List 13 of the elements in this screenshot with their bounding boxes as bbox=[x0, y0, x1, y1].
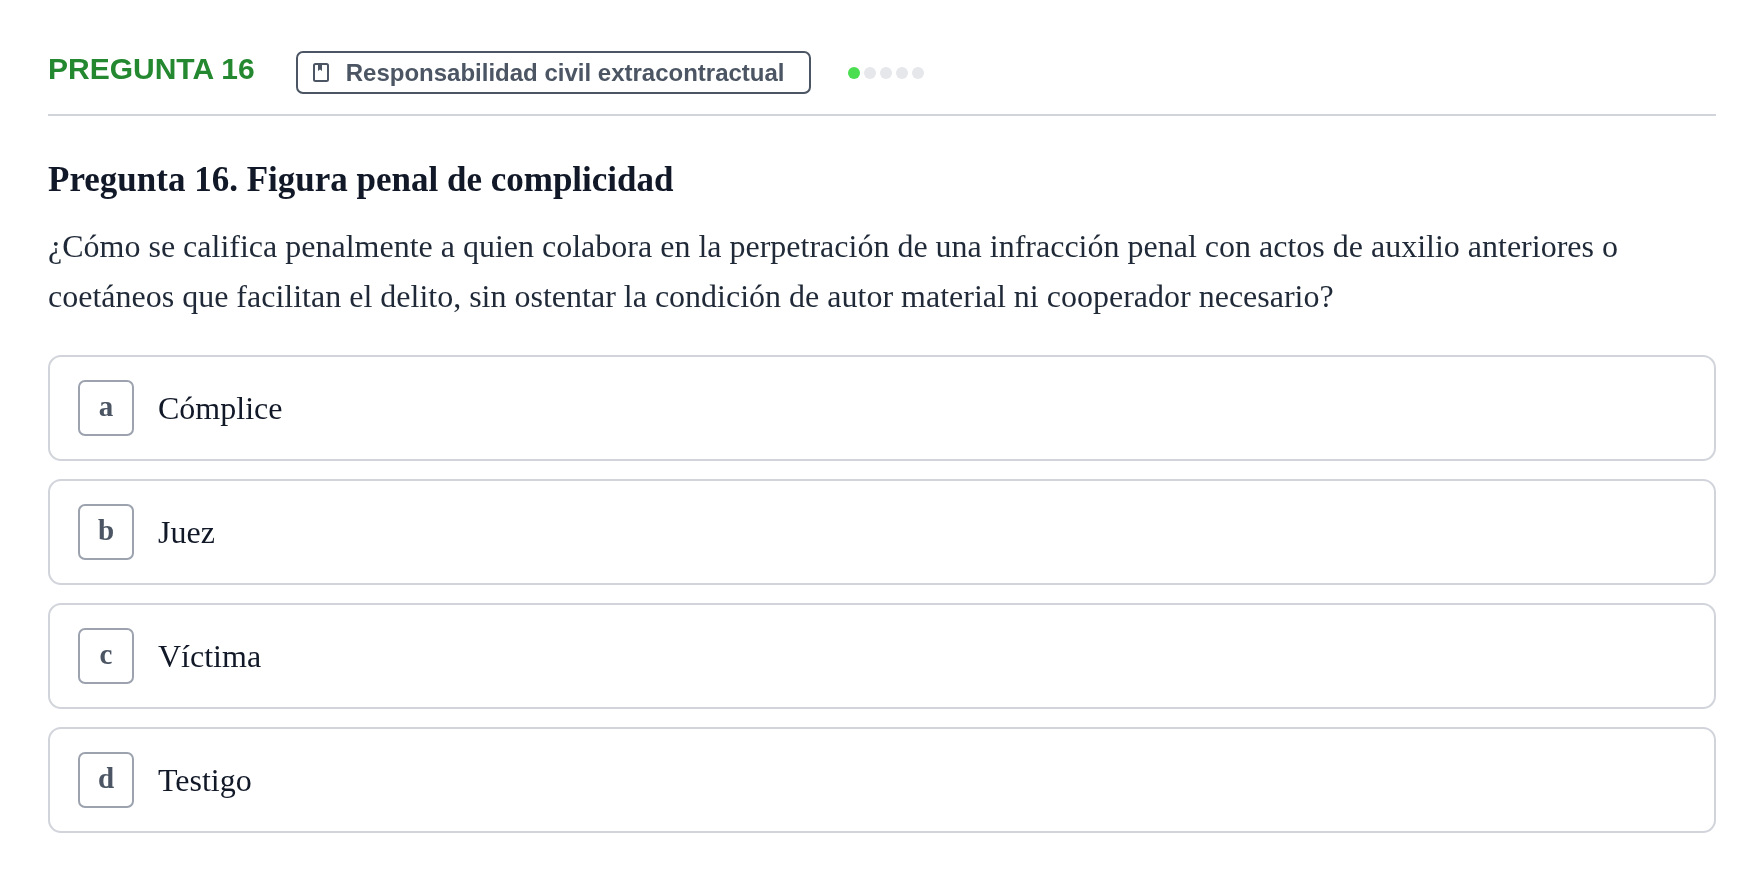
option-letter: c bbox=[78, 628, 134, 684]
answer-option[interactable]: a Cómplice bbox=[48, 355, 1716, 461]
option-letter: a bbox=[78, 380, 134, 436]
option-letter: d bbox=[78, 752, 134, 808]
question-number-label: PREGUNTA 16 bbox=[48, 51, 255, 87]
question-title: Pregunta 16. Figura penal de complicidad bbox=[48, 159, 675, 201]
question-text: ¿Cómo se califica penalmente a quien colabora en la perpetración de una infracción penal con actos de auxilio anteriores o coetáneos que facilitan el delito, sin ostentar la condición de autor material ni cooperador necesario? bbox=[48, 227, 1619, 316]
topic-label: Responsabilidad civil extracontractual bbox=[345, 58, 785, 87]
answer-option[interactable]: b Juez bbox=[48, 479, 1716, 585]
bookmark-icon bbox=[312, 63, 329, 82]
option-letter: b bbox=[78, 504, 134, 560]
answer-option[interactable]: c Víctima bbox=[48, 603, 1716, 709]
answer-option[interactable]: d Testigo bbox=[48, 727, 1716, 833]
